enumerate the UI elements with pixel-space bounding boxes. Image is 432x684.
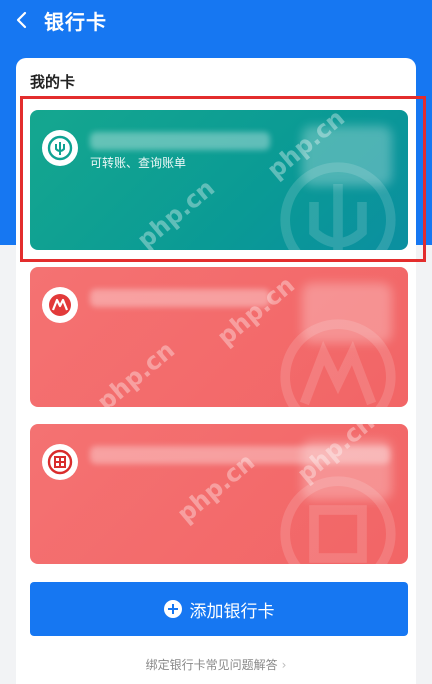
bank-card-2[interactable]: php.cn php.cn	[30, 267, 408, 407]
bank-logo	[42, 444, 78, 480]
bank-watermark-icon	[280, 319, 396, 407]
cmb-bank-icon	[49, 294, 71, 316]
back-button[interactable]	[0, 0, 44, 40]
masked-card-name	[90, 132, 270, 150]
add-bank-card-button[interactable]: 添加银行卡	[30, 582, 408, 636]
faq-label: 绑定银行卡常见问题解答	[145, 658, 278, 672]
bank-watermark-icon	[280, 162, 396, 250]
bank-logo	[42, 130, 78, 166]
bank-watermark-icon	[280, 476, 396, 564]
card-description: 可转账、查询账单	[90, 156, 187, 170]
plus-circle-icon	[163, 600, 182, 618]
bank-logo	[42, 287, 78, 323]
section-title: 我的卡	[30, 73, 76, 91]
watermark-text: php.cn	[91, 335, 181, 407]
icbc-bank-icon	[47, 449, 73, 475]
watermark-text: php.cn	[131, 173, 221, 250]
chevron-right-icon: ›	[281, 658, 287, 672]
back-arrow-icon	[16, 11, 27, 29]
masked-card-name	[90, 289, 270, 307]
bank-card-3[interactable]: php.cn php.cn	[30, 424, 408, 564]
faq-link[interactable]: 绑定银行卡常见问题解答 ›	[0, 656, 432, 673]
top-bar: 银行卡	[0, 0, 432, 40]
page-title: 银行卡	[44, 9, 107, 34]
add-bank-card-label: 添加银行卡	[189, 601, 275, 622]
bank-card-1[interactable]: 可转账、查询账单 php.cn php.cn	[30, 110, 408, 250]
abc-bank-icon	[47, 135, 73, 161]
